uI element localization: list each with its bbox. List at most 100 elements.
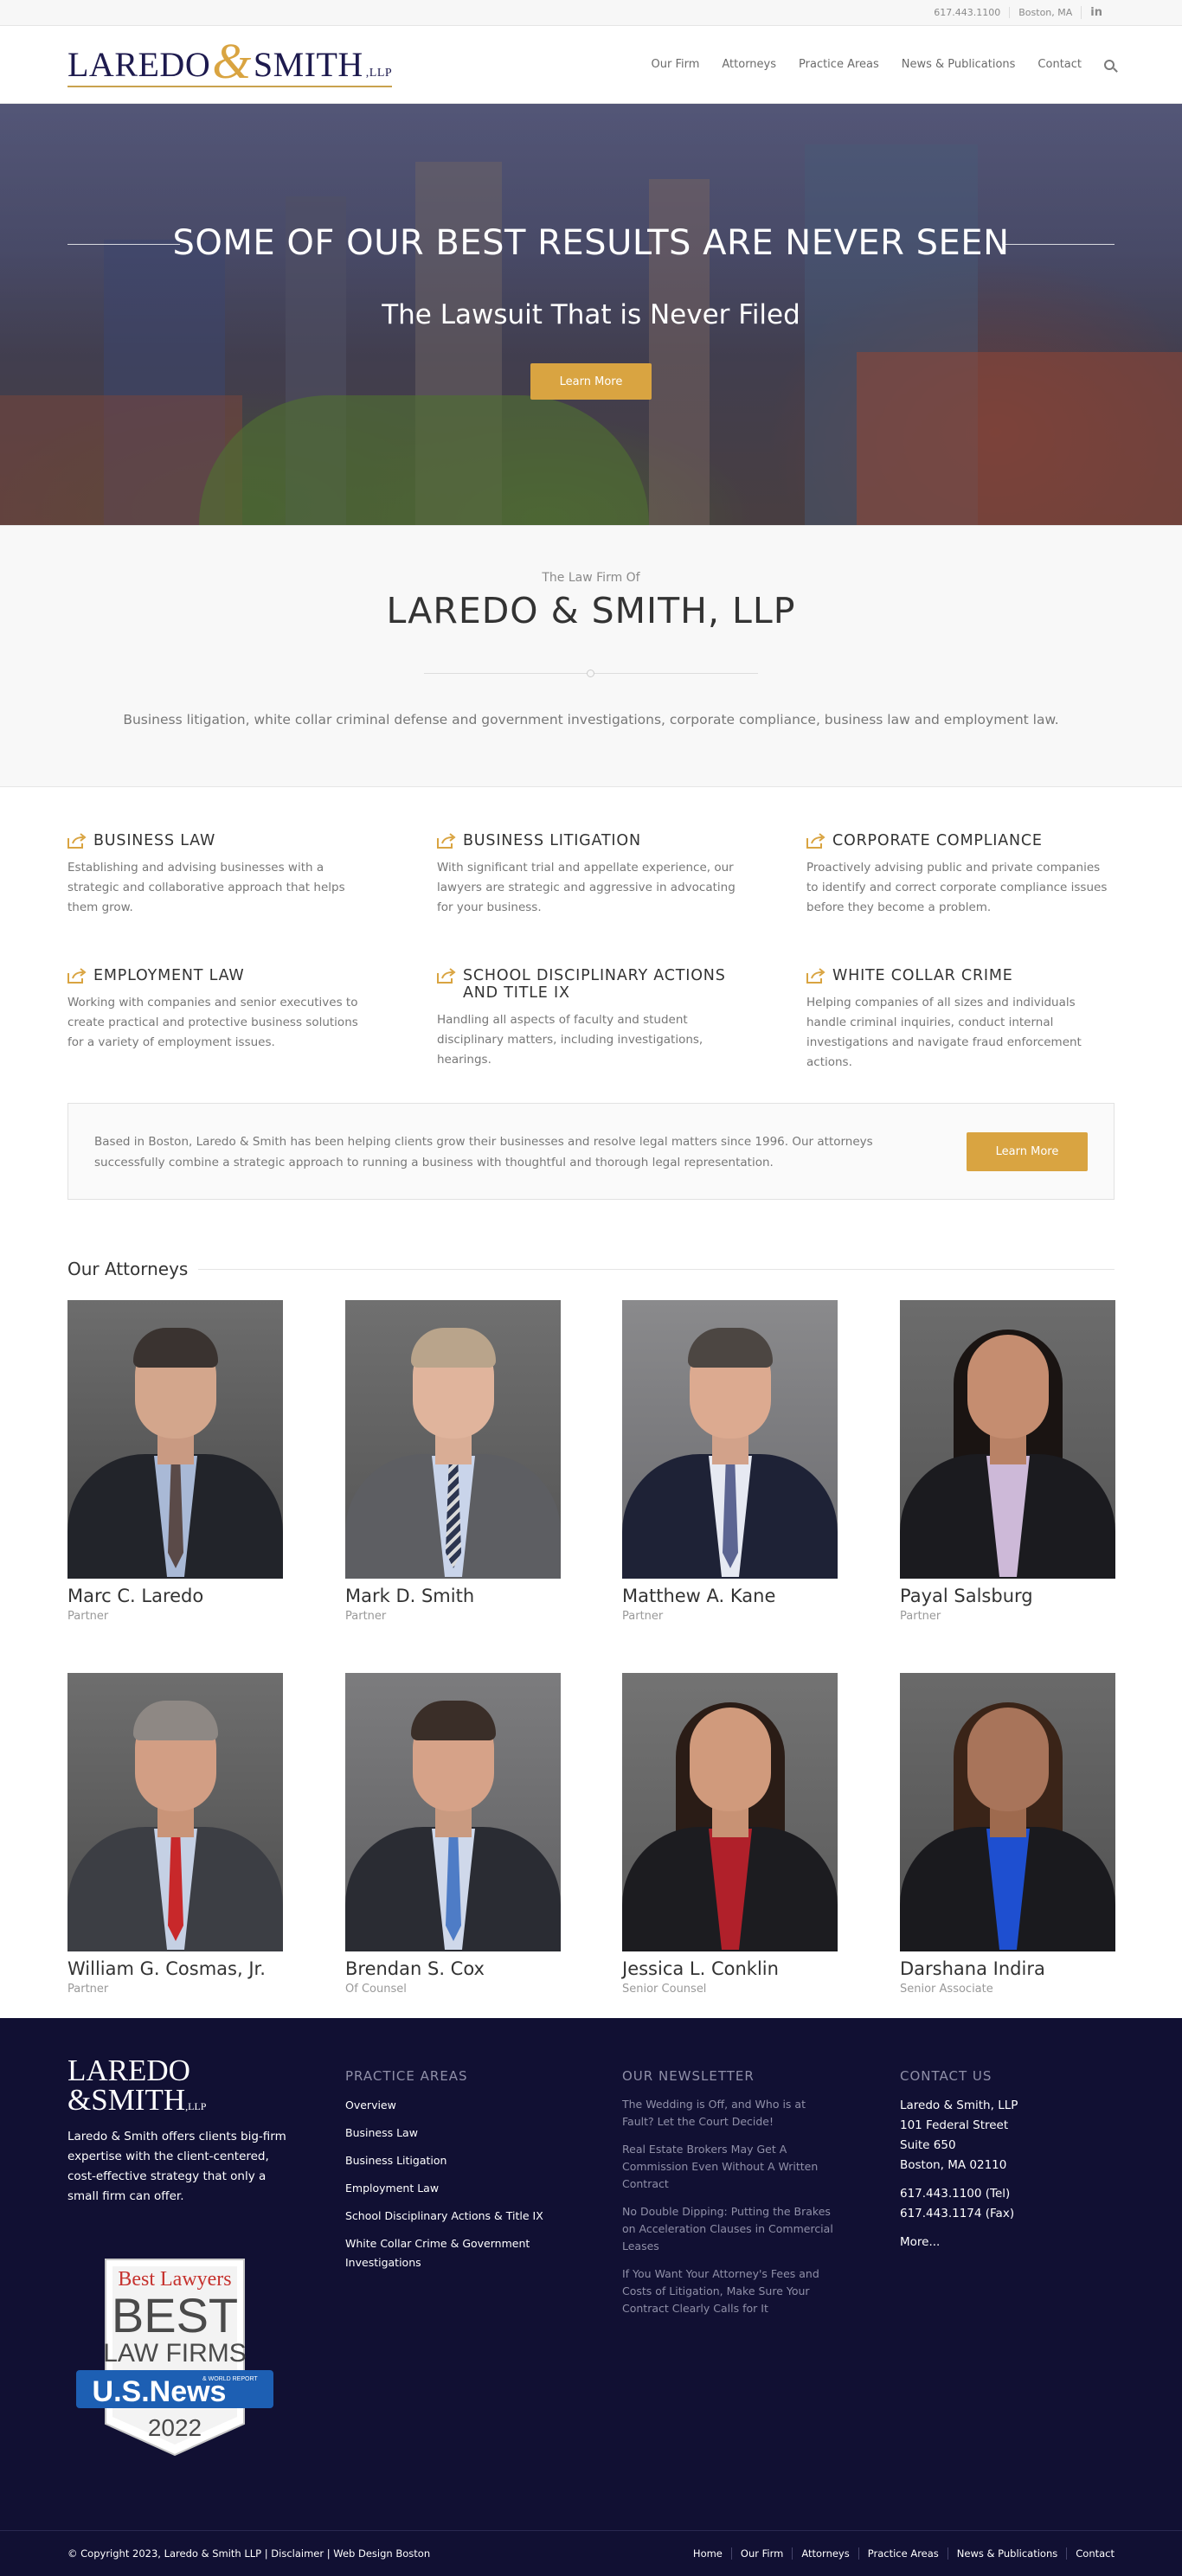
- newsletter-link[interactable]: Real Estate Brokers May Get A Commission…: [622, 2141, 838, 2193]
- service-description: Working with companies and senior execut…: [67, 996, 358, 1049]
- attorney-name[interactable]: Mark D. Smith: [345, 1586, 561, 1606]
- nav-practice-areas[interactable]: Practice Areas: [799, 58, 879, 71]
- bottom-link-contact[interactable]: Contact: [1066, 2547, 1115, 2560]
- attorney-card[interactable]: Darshana Indira Senior Associate: [900, 1673, 1115, 1996]
- logo-word-smith: SMITH: [253, 44, 363, 84]
- footer-link-overview[interactable]: Overview: [345, 2096, 553, 2115]
- contact-firm-name: Laredo & Smith, LLP: [900, 2099, 1018, 2112]
- attorney-photo[interactable]: [345, 1300, 561, 1579]
- attorney-name[interactable]: Darshana Indira: [900, 1958, 1115, 1979]
- attorney-card[interactable]: Jessica L. Conklin Senior Counsel: [622, 1673, 838, 1996]
- attorney-photo[interactable]: [900, 1673, 1115, 1951]
- site-logo[interactable]: LAREDO & SMITH ,LLP: [67, 36, 393, 87]
- attorney-name[interactable]: Jessica L. Conklin: [622, 1958, 838, 1979]
- search-icon[interactable]: [1104, 59, 1115, 70]
- footer-logo[interactable]: LAREDO &SMITH,LLP: [67, 2055, 207, 2121]
- share-arrow-icon: [67, 968, 87, 984]
- contact-more-link[interactable]: More...: [900, 2233, 1115, 2252]
- nav-attorneys[interactable]: Attorneys: [722, 58, 776, 71]
- newsletter-link[interactable]: If You Want Your Attorney's Fees and Cos…: [622, 2265, 838, 2317]
- share-arrow-icon: [806, 833, 825, 849]
- footer-link-school-disciplinary[interactable]: School Disciplinary Actions & Title IX: [345, 2207, 553, 2226]
- footer-logo-llp: ,LLP: [185, 2100, 207, 2112]
- attorneys-heading-row: Our Attorneys: [67, 1259, 1115, 1279]
- contact-tel[interactable]: 617.443.1100 (Tel): [900, 2184, 1115, 2204]
- service-description: Proactively advising public and private …: [806, 861, 1108, 914]
- attorney-photo[interactable]: [900, 1300, 1115, 1579]
- hero-learn-more-button[interactable]: Learn More: [530, 363, 652, 400]
- intro-title: LAREDO & SMITH, LLP: [386, 590, 796, 631]
- footer-newsletter: OUR NEWSLETTER The Wedding is Off, and W…: [622, 2068, 838, 2328]
- service-description: Establishing and advising businesses wit…: [67, 861, 345, 914]
- service-business-litigation[interactable]: BUSINESS LITIGATION With significant tri…: [437, 832, 740, 918]
- attorney-card[interactable]: Payal Salsburg Partner: [900, 1300, 1115, 1623]
- hero-subtitle: The Lawsuit That is Never Filed: [382, 299, 800, 330]
- attorney-name[interactable]: William G. Cosmas, Jr.: [67, 1958, 283, 1979]
- attorney-role: Senior Counsel: [622, 1983, 707, 1996]
- service-corporate-compliance[interactable]: CORPORATE COMPLIANCE Proactively advisin…: [806, 832, 1109, 918]
- service-school-disciplinary[interactable]: SCHOOL DISCIPLINARY ACTIONS AND TITLE IX…: [437, 967, 740, 1070]
- attorney-name[interactable]: Payal Salsburg: [900, 1586, 1115, 1606]
- top-phone[interactable]: 617.443.1100: [925, 7, 1009, 18]
- nav-news-publications[interactable]: News & Publications: [902, 58, 1016, 71]
- attorney-card[interactable]: Matthew A. Kane Partner: [622, 1300, 838, 1623]
- footer-link-business-law[interactable]: Business Law: [345, 2124, 553, 2143]
- attorney-card[interactable]: Marc C. Laredo Partner: [67, 1300, 283, 1623]
- top-bar: 617.443.1100 Boston, MA in: [0, 0, 1182, 26]
- service-business-law[interactable]: BUSINESS LAW Establishing and advising b…: [67, 832, 370, 918]
- newsletter-link[interactable]: The Wedding is Off, and Who is at Fault?…: [622, 2096, 838, 2131]
- badge-usnews: U.S.News: [93, 2375, 227, 2408]
- footer-bottom-nav: Home Our Firm Attorneys Practice Areas News …: [684, 2547, 1115, 2560]
- hero-building: [857, 352, 1182, 525]
- service-title: EMPLOYMENT LAW: [93, 967, 245, 984]
- bottom-link-attorneys[interactable]: Attorneys: [792, 2547, 858, 2560]
- footer-bottom-bar: © Copyright 2023, Laredo & Smith LLP | D…: [0, 2530, 1182, 2576]
- newsletter-link[interactable]: No Double Dipping: Putting the Brakes on…: [622, 2203, 838, 2255]
- footer-contact: CONTACT US Laredo & Smith, LLP 101 Feder…: [900, 2068, 1115, 2252]
- attorney-name[interactable]: Marc C. Laredo: [67, 1586, 283, 1606]
- footer-link-white-collar[interactable]: White Collar Crime & Government Investig…: [345, 2234, 553, 2272]
- footer-practice-areas: PRACTICE AREAS Overview Business Law Bus…: [345, 2068, 553, 2281]
- about-callout-text: Based in Boston, Laredo & Smith has been…: [94, 1135, 873, 1169]
- linkedin-icon[interactable]: in: [1081, 6, 1111, 19]
- attorney-role: Partner: [67, 1983, 109, 1996]
- service-employment-law[interactable]: EMPLOYMENT LAW Working with companies an…: [67, 967, 370, 1053]
- attorney-card[interactable]: Mark D. Smith Partner: [345, 1300, 561, 1623]
- footer-link-employment-law[interactable]: Employment Law: [345, 2179, 553, 2198]
- footer-about-text: Laredo & Smith offers clients big-firm e…: [67, 2130, 286, 2203]
- attorney-card[interactable]: Brendan S. Cox Of Counsel: [345, 1673, 561, 1996]
- service-description: Helping companies of all sizes and indiv…: [806, 996, 1082, 1069]
- footer-link-business-litigation[interactable]: Business Litigation: [345, 2151, 553, 2170]
- bottom-link-practice-areas[interactable]: Practice Areas: [858, 2547, 948, 2560]
- site-header: LAREDO & SMITH ,LLP Our Firm Attorneys P…: [0, 26, 1182, 104]
- nav-our-firm[interactable]: Our Firm: [652, 58, 700, 71]
- hero-trees: [199, 395, 649, 525]
- service-title: SCHOOL DISCIPLINARY ACTIONS AND TITLE IX: [463, 967, 726, 1002]
- hero-title: SOME OF OUR BEST RESULTS ARE NEVER SEEN: [172, 223, 1010, 263]
- attorney-photo[interactable]: [67, 1673, 283, 1951]
- site-footer: LAREDO &SMITH,LLP Laredo & Smith offers …: [0, 2018, 1182, 2533]
- bottom-link-news[interactable]: News & Publications: [947, 2547, 1067, 2560]
- attorney-photo[interactable]: [622, 1673, 838, 1951]
- nav-contact[interactable]: Contact: [1037, 58, 1082, 71]
- logo-llp: ,LLP: [365, 66, 393, 80]
- attorney-role: Partner: [622, 1610, 664, 1623]
- contact-city: Boston, MA 02110: [900, 2158, 1007, 2172]
- attorney-photo[interactable]: [622, 1300, 838, 1579]
- attorney-name[interactable]: Brendan S. Cox: [345, 1958, 561, 1979]
- share-arrow-icon: [437, 968, 456, 984]
- intro-section: The Law Firm Of LAREDO & SMITH, LLP Busi…: [0, 525, 1182, 787]
- footer-logo-line2: &SMITH: [67, 2083, 186, 2117]
- service-title: WHITE COLLAR CRIME: [832, 967, 1013, 984]
- share-arrow-icon: [437, 833, 456, 849]
- bottom-link-our-firm[interactable]: Our Firm: [730, 2547, 793, 2560]
- callout-learn-more-button[interactable]: Learn More: [967, 1132, 1088, 1171]
- attorney-role: Partner: [900, 1610, 941, 1623]
- service-white-collar-crime[interactable]: WHITE COLLAR CRIME Helping companies of …: [806, 967, 1109, 1073]
- attorney-photo[interactable]: [67, 1300, 283, 1579]
- service-title: BUSINESS LITIGATION: [463, 832, 641, 849]
- attorney-card[interactable]: William G. Cosmas, Jr. Partner: [67, 1673, 283, 1996]
- attorney-name[interactable]: Matthew A. Kane: [622, 1586, 838, 1606]
- attorney-photo[interactable]: [345, 1673, 561, 1951]
- bottom-link-home[interactable]: Home: [684, 2547, 731, 2560]
